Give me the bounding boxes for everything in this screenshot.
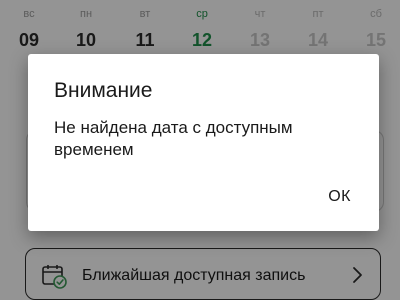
dialog-message: Не найдена дата с доступным временем (54, 118, 293, 159)
screen: вс 09 пн 10 вт 11 ср 12 чт 13 пт 14 сб 1… (0, 0, 400, 300)
dialog-title: Внимание (54, 79, 153, 102)
alert-dialog: Внимание Не найдена дата с доступным вре… (28, 54, 379, 231)
ok-button[interactable]: ОК (328, 188, 351, 206)
